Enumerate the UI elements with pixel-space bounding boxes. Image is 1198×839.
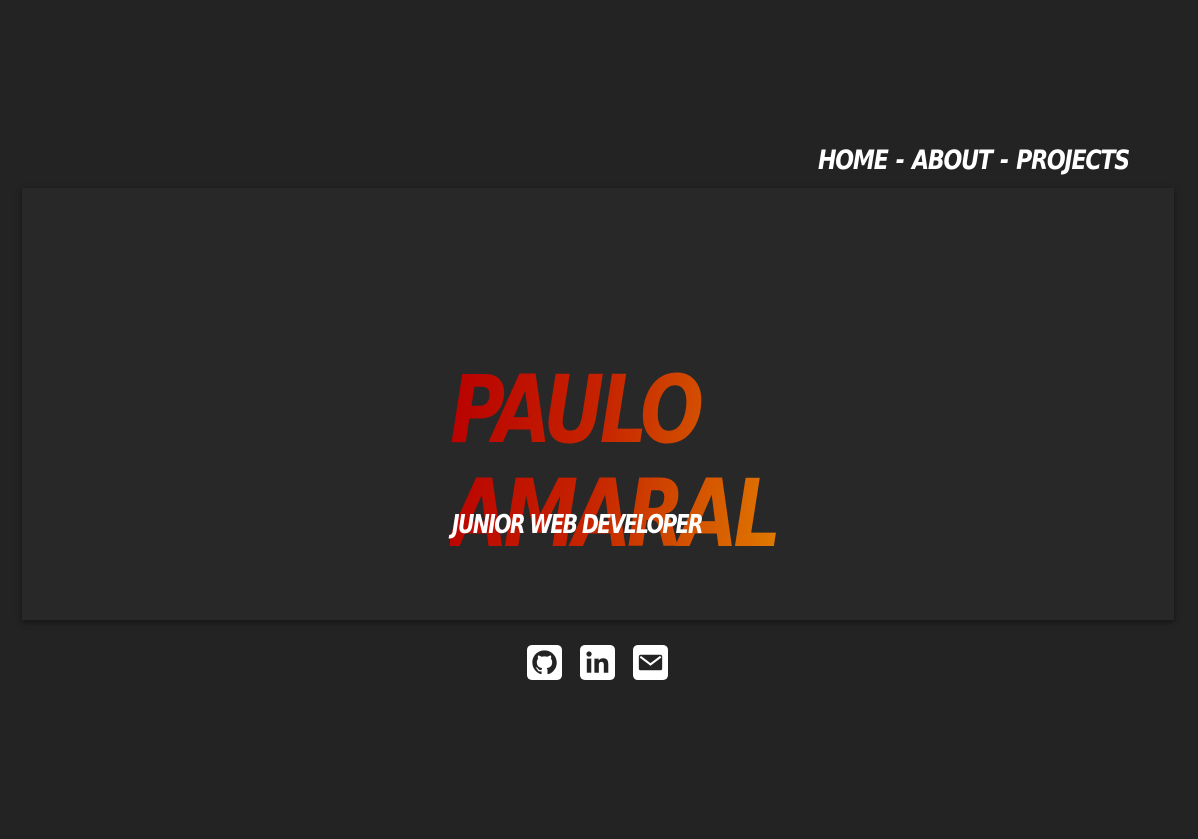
- hero-card: PAULO AMARAL JUNIOR WEB DEVELOPER: [22, 188, 1174, 620]
- email-icon: [633, 645, 668, 680]
- nav-about-link[interactable]: ABOUT: [912, 145, 993, 176]
- social-links: [527, 645, 668, 680]
- main-nav: HOME - ABOUT - PROJECTS: [818, 140, 1130, 180]
- github-icon: [527, 645, 562, 680]
- linkedin-icon: [580, 645, 615, 680]
- hero-subtitle: JUNIOR WEB DEVELOPER: [452, 510, 704, 540]
- page: HOME - ABOUT - PROJECTS PAULO AMARAL JUN…: [0, 0, 1198, 839]
- email-link[interactable]: [633, 645, 668, 680]
- github-link[interactable]: [527, 645, 562, 680]
- nav-projects-link[interactable]: PROJECTS: [1016, 145, 1130, 176]
- nav-home-link[interactable]: HOME: [818, 145, 889, 176]
- nav-separator: -: [999, 144, 1009, 176]
- linkedin-link[interactable]: [580, 645, 615, 680]
- hero-first-name: PAULO: [450, 355, 700, 465]
- nav-separator: -: [895, 144, 905, 176]
